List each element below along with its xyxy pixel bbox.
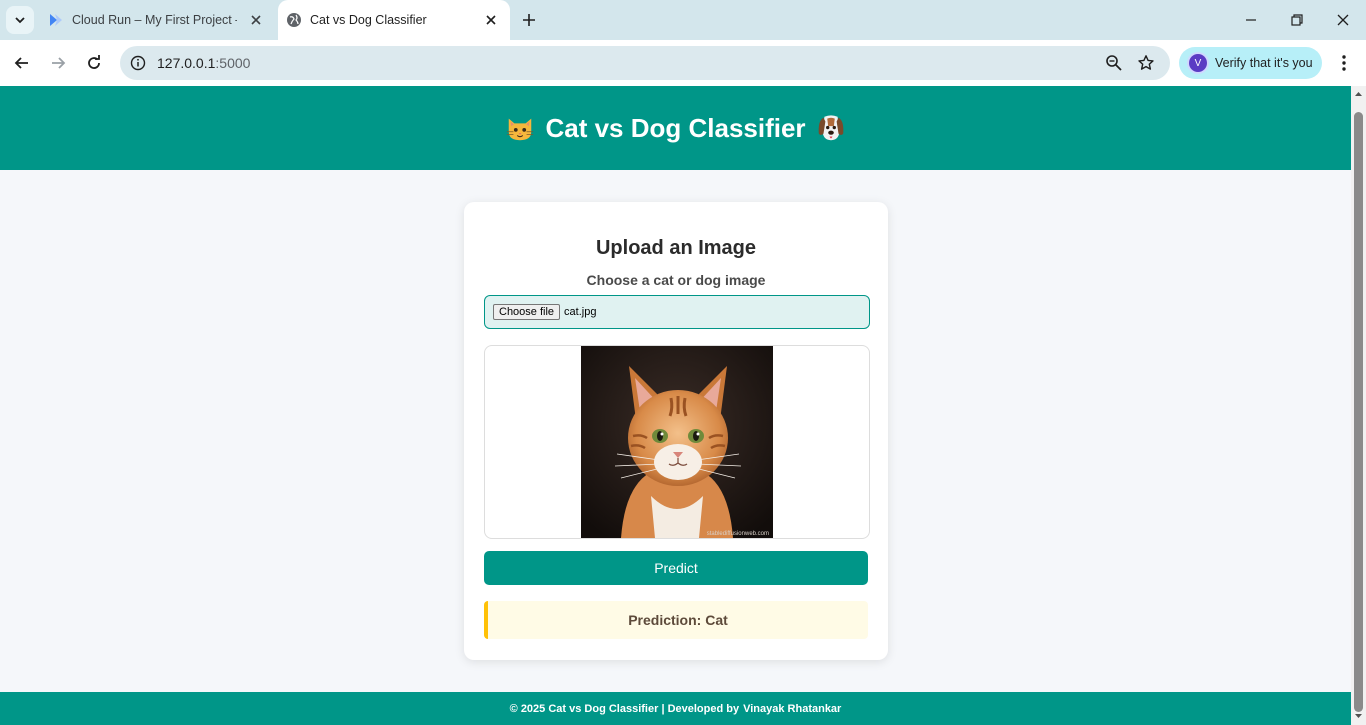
choose-file-button[interactable]: Choose file [493, 304, 561, 320]
url-host: 127.0.0.1 [157, 55, 216, 71]
forward-arrow-icon[interactable] [48, 53, 68, 73]
close-icon[interactable] [484, 13, 498, 27]
reload-icon[interactable] [84, 53, 104, 73]
site-header: Cat vs Dog Classifier [0, 86, 1351, 170]
verify-identity-button[interactable]: V Verify that it's you [1179, 47, 1322, 79]
verify-label: Verify that it's you [1215, 56, 1313, 70]
back-arrow-icon[interactable] [12, 53, 32, 73]
scroll-up-arrow-icon[interactable] [1354, 90, 1363, 98]
file-input-label: Choose a cat or dog image [586, 272, 766, 288]
close-window-icon[interactable] [1335, 12, 1351, 28]
dog-face-icon [818, 115, 843, 141]
zoom-icon[interactable] [1105, 54, 1123, 72]
tab-search-button[interactable] [6, 6, 34, 34]
globe-icon [287, 13, 301, 27]
selected-file-name: cat.jpg [564, 306, 597, 318]
restore-icon[interactable] [1289, 12, 1305, 28]
card-heading: Upload an Image [595, 237, 757, 259]
address-bar[interactable]: 127.0.0.1:5000 [120, 46, 1170, 80]
cat-face-icon [507, 118, 534, 141]
minimize-icon[interactable] [1243, 12, 1259, 28]
more-options-icon[interactable] [1335, 53, 1353, 73]
avatar: V [1189, 54, 1207, 72]
url-port: :5000 [215, 55, 251, 71]
browser-toolbar: 127.0.0.1:5000 V Verify that it's you [0, 40, 1366, 86]
tab-cloud-run[interactable]: Cloud Run – My First Project – G [40, 0, 275, 40]
close-icon[interactable] [249, 13, 263, 27]
cloud-run-icon [50, 14, 62, 26]
tab-title: Cloud Run – My First Project – G [72, 13, 237, 27]
scroll-down-arrow-icon[interactable] [1354, 712, 1363, 720]
watermark-text: stablediffusionweb.com [707, 531, 769, 537]
site-info-icon[interactable] [130, 55, 146, 71]
new-tab-plus-icon[interactable] [520, 11, 538, 29]
upload-card: Upload an Image Choose a cat or dog imag… [464, 202, 888, 660]
page-viewport: Cat vs Dog Classifier Upload an Image Ch… [0, 86, 1351, 725]
url-text[interactable]: 127.0.0.1:5000 [157, 55, 250, 71]
cat-photo-preview: stablediffusionweb.com [581, 346, 773, 538]
tab-cat-vs-dog[interactable]: Cat vs Dog Classifier [278, 0, 510, 40]
tab-strip: Cloud Run – My First Project – G Cat vs … [0, 0, 1366, 40]
prediction-result: Prediction: Cat [484, 601, 868, 639]
footer-text: © 2025 Cat vs Dog Classifier | Developed… [509, 702, 740, 715]
file-input[interactable]: Choose file cat.jpg [484, 295, 870, 329]
page-title: Cat vs Dog Classifier [545, 112, 806, 143]
chevron-down-icon [15, 17, 25, 24]
image-preview: stablediffusionweb.com [484, 345, 870, 539]
footer-author: Vinayak Rhatankar [743, 702, 842, 715]
page-scrollbar[interactable] [1351, 86, 1366, 725]
tab-title: Cat vs Dog Classifier [310, 13, 427, 27]
site-footer: © 2025 Cat vs Dog Classifier | Developed… [0, 692, 1351, 725]
page-title-row: Cat vs Dog Classifier [505, 113, 845, 144]
predict-button[interactable]: Predict [484, 551, 868, 585]
scrollbar-thumb[interactable] [1354, 112, 1363, 712]
bookmark-star-icon[interactable] [1137, 54, 1155, 72]
